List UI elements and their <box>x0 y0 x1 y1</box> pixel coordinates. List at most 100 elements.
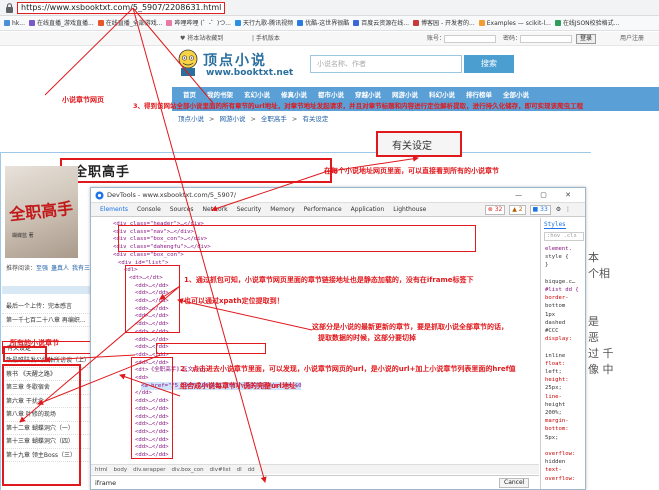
dom-breadcrumb-item[interactable]: div.wrapper <box>133 467 165 473</box>
more-options-icon[interactable]: ⋮ <box>565 206 571 213</box>
bookmark-label: 在线直播_全部游戏... <box>105 20 163 27</box>
bookmark-item[interactable]: 哔哩哔哩 (゜-゜)つ... <box>166 16 231 30</box>
style-rule-line: left; <box>545 369 562 375</box>
recommend-tag[interactable]: 蛊真人 <box>51 265 69 272</box>
chapter-list-item[interactable]: 第一千七百二十八章 再编织... <box>2 314 92 327</box>
account-input[interactable] <box>444 35 496 43</box>
breadcrumb-item[interactable]: 网游小说 <box>219 115 245 123</box>
info-count[interactable]: ■ 33 <box>529 205 551 215</box>
bookmark-item[interactable]: 天行九歌-腾讯视频 <box>234 16 293 30</box>
body-text-line: 个相 <box>588 267 610 280</box>
style-rule-line: 1px <box>545 311 556 318</box>
style-rule-line: overflow: <box>545 451 576 457</box>
style-rule-line: line- <box>545 393 562 400</box>
recommend-tag[interactable]: 至强 <box>36 265 48 272</box>
breadcrumb-item[interactable]: 有关设定 <box>302 115 328 123</box>
bookmark-favicon-icon <box>353 20 360 26</box>
devtools-tab[interactable]: Security <box>237 203 262 216</box>
warning-count[interactable]: ▲ 2 <box>509 205 526 215</box>
recommend-tag[interactable]: 我有三 <box>72 265 90 272</box>
user-register-link[interactable]: 用户注册 <box>620 32 644 46</box>
chapter-body-text: 本个相是恶过 千像 中 <box>588 250 618 378</box>
styles-tab[interactable]: Styles <box>544 221 566 229</box>
style-rule-line: hidden <box>545 459 566 466</box>
style-rule-line: #CCC <box>545 328 559 334</box>
bookmark-item[interactable]: 百度云资源在线... <box>353 16 409 30</box>
body-text-line: 是 <box>588 315 599 328</box>
selected-chapter-highlight <box>3 346 47 362</box>
devtools-tab[interactable]: Elements <box>100 203 128 216</box>
chapter-section-highlight <box>2 364 81 486</box>
devtools-search-input[interactable]: iframe <box>95 478 116 488</box>
style-rule-line: element. <box>545 246 572 252</box>
login-button[interactable]: 登录 <box>576 34 597 44</box>
bookmark-label: 博客园 - 开发者的... <box>421 20 475 27</box>
annotation-step2-line2: 组合成小说每章节小说的完整url地址 <box>180 382 296 390</box>
password-label: 密码： <box>503 35 522 42</box>
dom-breadcrumb-item[interactable]: dd <box>248 467 255 473</box>
style-rule-line: overflow: <box>545 475 576 482</box>
dom-breadcrumb-item[interactable]: dl <box>237 467 242 473</box>
dom-breadcrumb-item[interactable]: div.box_con <box>172 467 204 473</box>
devtools-tab[interactable]: Console <box>137 203 161 216</box>
bookmark-favicon-icon <box>413 20 420 26</box>
bookmark-item[interactable]: 优酷-这世界很酷 <box>297 16 349 30</box>
devtools-tab[interactable]: Memory <box>270 203 294 216</box>
body-text-line <box>588 282 618 298</box>
bookmark-label: hk... <box>12 20 25 27</box>
site-logo-title[interactable]: 顶点小说 <box>203 50 267 70</box>
window-controls[interactable]: — ▢ ✕ <box>515 188 579 203</box>
password-input[interactable] <box>520 35 572 43</box>
styles-filter-input[interactable]: :hov .cls <box>544 232 584 241</box>
all-chapters-label: 所有的小说章节 <box>10 339 59 347</box>
search-button[interactable]: 搜索 <box>464 55 514 73</box>
annotation-latest-line1: 这部分是小说的最新更新的章节，要是抓取小说全部章节的话， <box>312 323 508 331</box>
search-input[interactable]: 小说名称、作者 <box>310 55 462 73</box>
bookmark-favicon-icon <box>478 20 485 26</box>
search-cancel-button[interactable]: Cancel <box>499 478 530 488</box>
devtools-tab[interactable]: Lighthouse <box>393 203 426 216</box>
account-label: 账号： <box>427 35 446 42</box>
dom-breadcrumb-item[interactable]: html <box>95 467 108 473</box>
bookmark-item[interactable]: 在线直播_全部游戏... <box>97 16 163 30</box>
site-logo-icon[interactable] <box>176 49 200 77</box>
recommend-label: 推荐阅读： <box>6 265 37 272</box>
breadcrumb-item[interactable]: 顶点小说 <box>178 115 204 123</box>
body-text-line: 恶 <box>588 331 599 344</box>
bookmark-favicon-icon <box>234 20 241 26</box>
url-field[interactable]: https://www.xsbooktxt.com/5_5907/2208631… <box>17 2 226 14</box>
bookmark-item[interactable]: 在线JSON校验格式... <box>554 16 619 30</box>
bookmark-favicon-icon <box>166 20 173 26</box>
style-rule-line: float: <box>545 360 566 367</box>
bookmark-item[interactable]: Examples — scikit-l... <box>478 16 551 30</box>
mobile-version-link[interactable]: | 手机版本 <box>252 32 280 46</box>
bookmark-label: Examples — scikit-l... <box>486 20 551 27</box>
error-count[interactable]: ⊗ 32 <box>484 205 506 215</box>
dom-breadcrumb-item[interactable]: div#list <box>210 467 231 473</box>
dom-breadcrumb-item[interactable]: body <box>114 467 128 473</box>
bookmark-item[interactable]: hk... <box>4 16 25 30</box>
bookmark-favicon-icon <box>4 20 10 26</box>
annotation-step2-line1: 2、点击进去小说章节里面，可以发现，小说章节网页的url，是小说的url+加上小… <box>180 365 516 373</box>
devtools-tab[interactable]: Network <box>203 203 228 216</box>
body-text-line <box>588 298 618 314</box>
devtools-title: DevTools - www.xsbooktxt.com/5_5907/ <box>107 191 237 199</box>
devtools-search-bar: iframe Cancel <box>91 475 539 489</box>
chapter-heading: 有关设定 <box>392 141 432 152</box>
breadcrumb-separator: > <box>250 115 256 123</box>
bookmark-item[interactable]: 博客园 - 开发者的... <box>413 16 475 30</box>
breadcrumb-item[interactable]: 全职高手 <box>261 115 287 123</box>
devtools-tab[interactable]: Application <box>351 203 385 216</box>
bookmark-item[interactable]: 在线直播_游戏直播... <box>29 16 94 30</box>
issue-counts[interactable]: ⊗ 32 ▲ 2 ■ 33 ⚙ ⋮ <box>483 205 571 215</box>
chapter-list-item[interactable]: 最后一个上传：完本感言 <box>2 300 92 314</box>
style-rule-line: border- <box>545 295 569 302</box>
devtools-tab[interactable]: Performance <box>304 203 342 216</box>
settings-icon[interactable]: ⚙ <box>556 206 561 213</box>
annotation-in-page: 在每个小说地址网页里面，可以直接看到所有的小说章节 <box>324 167 499 175</box>
style-rule-line: } <box>545 262 549 269</box>
chapter-list-dd-highlight <box>131 357 173 459</box>
devtools-tab[interactable]: Sources <box>170 203 194 216</box>
add-favorite-link[interactable]: ♥ 将本站收藏到 <box>180 32 223 46</box>
annotation-latest-line2: 提取数据的时候，这部分要切掉 <box>318 334 416 342</box>
